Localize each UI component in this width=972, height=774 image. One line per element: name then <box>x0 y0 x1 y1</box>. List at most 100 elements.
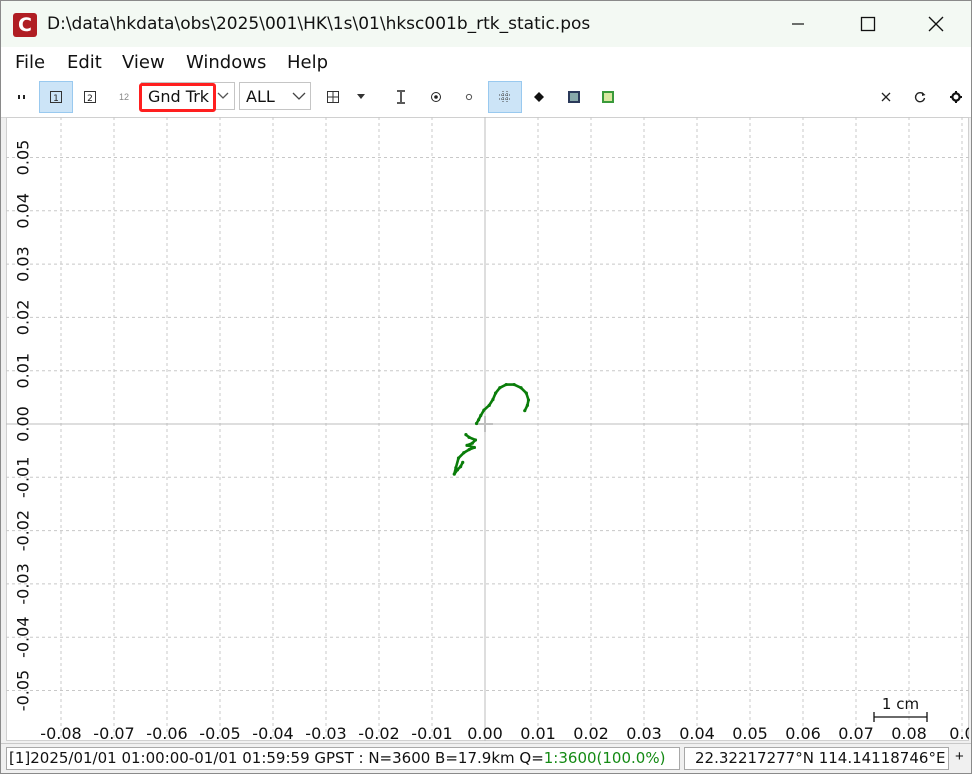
track-upper-point <box>512 382 516 387</box>
y-tick-label: 0.05 <box>14 140 33 176</box>
track-upper-point <box>519 386 523 390</box>
close-icon <box>928 16 944 32</box>
minimize-button[interactable] <box>763 1 833 47</box>
fit-vertical-icon <box>397 90 405 104</box>
solution-2-icon: 2 <box>84 91 96 104</box>
grid-icon <box>499 91 511 103</box>
solution-1-label: 1 <box>53 94 59 104</box>
track-lower-point <box>464 433 468 437</box>
menu-bar: File Edit View Windows Help <box>1 47 971 77</box>
highlight-box <box>139 83 216 112</box>
track-lower-point <box>473 438 478 442</box>
x-tick-label: 0.08 <box>891 724 927 741</box>
x-tick-label: 0.00 <box>467 724 503 741</box>
image-icon <box>568 91 580 103</box>
track-lower-point <box>455 468 460 472</box>
track-lower-point <box>452 472 456 476</box>
center-point-button[interactable] <box>425 81 447 113</box>
track-lower-point <box>459 465 463 469</box>
window-title: D:\data\hkdata\obs\2025\001\HK\1s\01\hks… <box>47 14 591 34</box>
x-tick-label: 0.05 <box>732 724 768 741</box>
menu-edit[interactable]: Edit <box>67 52 102 73</box>
center-point-icon <box>431 92 441 102</box>
cursor-coordinates: 22.32217277°N 114.14118746°E <box>684 747 949 770</box>
track-upper-point <box>479 413 483 418</box>
crosshair-box-icon <box>327 91 339 103</box>
solution-2-label: 2 <box>87 94 93 104</box>
x-tick-label: 0.02 <box>573 724 609 741</box>
x-tick-label: -0.01 <box>411 724 452 741</box>
maximize-button[interactable] <box>833 1 903 47</box>
track-lower-point <box>461 460 465 464</box>
y-tick-label: -0.03 <box>14 563 33 604</box>
track-lower-point <box>462 451 466 455</box>
track-upper-point <box>482 408 486 412</box>
track-upper-point <box>523 409 527 413</box>
map-icon <box>602 91 614 103</box>
point-toggle-button[interactable] <box>459 81 479 113</box>
origin-button[interactable] <box>323 81 343 113</box>
track-upper-point <box>494 391 498 395</box>
menu-file[interactable]: File <box>15 52 45 73</box>
menu-help[interactable]: Help <box>287 52 328 73</box>
x-tick-label: 0.06 <box>785 724 821 741</box>
x-tick-label: 0.04 <box>679 724 715 741</box>
x-tick-label: -0.02 <box>358 724 399 741</box>
y-tick-label: 0.02 <box>14 300 33 336</box>
connect-icon <box>18 95 25 99</box>
grid-toggle-button[interactable] <box>488 81 522 113</box>
clear-button[interactable] <box>875 81 897 113</box>
track-upper-point <box>498 386 502 390</box>
track-upper-point <box>525 403 530 407</box>
x-tick-label: -0.05 <box>199 724 240 741</box>
solution-2-button[interactable]: 2 <box>77 81 103 113</box>
solution-1-button[interactable]: 1 <box>39 81 73 113</box>
small-circle-icon <box>465 93 473 101</box>
menu-view[interactable]: View <box>122 52 165 73</box>
track-upper-point <box>487 403 491 407</box>
solution-summary: [1]2025/01/01 01:00:00-01/01 01:59:59 GP… <box>6 747 680 770</box>
quality-value: ALL <box>246 86 275 106</box>
y-tick-label: 0.04 <box>14 193 33 229</box>
connect-button[interactable] <box>9 81 35 113</box>
x-tick-label: -0.04 <box>252 724 293 741</box>
skyplot-image-button[interactable] <box>563 81 585 113</box>
track-upper-point <box>526 398 531 402</box>
origin-dropdown-button[interactable] <box>353 81 369 113</box>
y-tick-label: -0.02 <box>14 510 33 551</box>
track-upper-point <box>477 418 481 422</box>
track-upper-point <box>524 391 528 395</box>
track-lower-point <box>472 445 476 450</box>
quality-summary: 1:3600(100.0%) <box>543 749 666 767</box>
settings-button[interactable] <box>945 81 967 113</box>
fit-vertical-button[interactable] <box>389 81 413 113</box>
close-window-button[interactable] <box>901 1 971 47</box>
reload-button[interactable] <box>909 81 931 113</box>
status-bar: [1]2025/01/01 01:00:00-01/01 01:59:59 GP… <box>1 743 971 773</box>
y-tick-label: 0.01 <box>14 353 33 389</box>
track-upper-point <box>491 397 495 402</box>
scale-label: 1 cm <box>882 695 919 713</box>
ground-track-plot[interactable]: -0.08 -0.07 -0.06 -0.05 -0.04 -0.03 -0.02 -0.01… <box>6 117 969 741</box>
map-image-button[interactable] <box>597 81 619 113</box>
solution-12-button[interactable]: 12 <box>111 81 137 113</box>
x-tick-label: 0.0 <box>949 724 969 741</box>
menu-windows[interactable]: Windows <box>186 52 266 73</box>
y-tick-label: 0.00 <box>14 406 33 442</box>
y-tick-label: -0.01 <box>14 457 33 498</box>
y-tick-label: -0.05 <box>14 670 33 711</box>
app-window: C D:\data\hkdata\obs\2025\001\HK\1s\01\h… <box>0 0 972 774</box>
maximize-icon <box>860 16 876 32</box>
plot-canvas[interactable]: -0.08 -0.07 -0.06 -0.05 -0.04 -0.03 -0.02 -0.01… <box>6 117 969 741</box>
title-bar[interactable]: C D:\data\hkdata\obs\2025\001\HK\1s\01\h… <box>1 1 971 47</box>
quality-select[interactable]: ALL <box>239 82 311 110</box>
marker-button[interactable] <box>529 81 549 113</box>
solution-summary-text: [1]2025/01/01 01:00:00-01/01 01:59:59 GP… <box>9 749 544 767</box>
solution-1-icon: 1 <box>50 91 62 104</box>
x-tick-label: -0.06 <box>146 724 187 741</box>
app-logo-icon: C <box>13 13 37 37</box>
x-tick-label: 0.03 <box>626 724 662 741</box>
minimize-icon <box>792 23 804 25</box>
y-tick-label: -0.04 <box>14 616 33 657</box>
gear-icon <box>950 91 962 103</box>
